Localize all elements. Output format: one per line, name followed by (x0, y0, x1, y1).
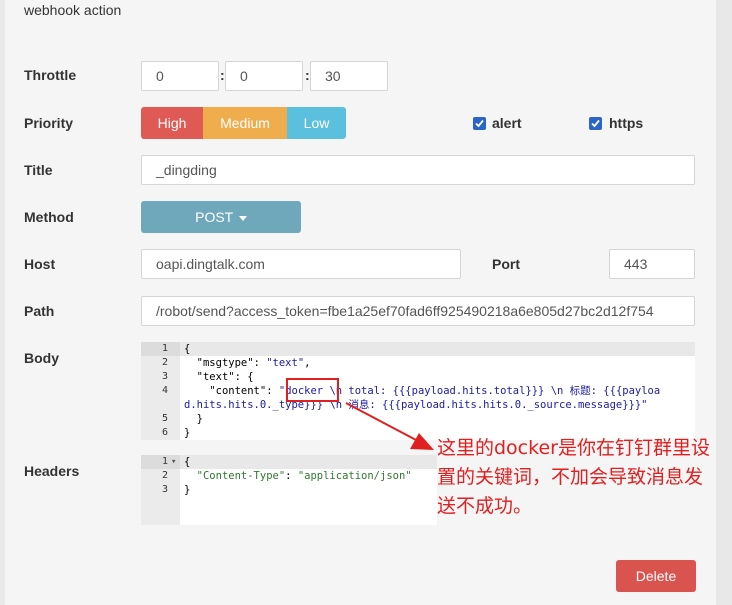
path-label: Path (24, 303, 55, 319)
headers-code-editor[interactable]: 1 ▾ 2 3 { "Content-Type": "application/j… (141, 455, 437, 525)
annotation-arrow-icon (345, 402, 434, 450)
headers-label: Headers (24, 463, 80, 479)
json-key: "text" (196, 371, 235, 383)
method-value: POST (195, 209, 233, 225)
code-line: { (184, 343, 191, 355)
json-separator: : (253, 357, 267, 369)
host-input[interactable]: oapi.dingtalk.com (141, 249, 461, 279)
json-punct: , (304, 357, 311, 369)
throttle-hours-input[interactable]: 0 (141, 61, 219, 91)
code-line: } (184, 427, 191, 439)
code-line: "msgtype": "text", (184, 356, 311, 370)
throttle-separator: : (220, 67, 225, 83)
method-label: Method (24, 209, 74, 225)
alert-label: alert (492, 115, 522, 131)
line-number: 3 (161, 371, 168, 382)
body-label: Body (24, 350, 59, 366)
line-number: 2 (161, 357, 168, 368)
priority-label: Priority (24, 115, 74, 131)
json-separator: : (266, 385, 279, 397)
code-line: { (184, 456, 191, 468)
title-input[interactable]: _dingding (141, 155, 695, 185)
throttle-minutes-input[interactable]: 0 (225, 61, 303, 91)
json-key: "msgtype" (196, 357, 254, 369)
path-input[interactable]: /robot/send?access_token=fbe1a25ef70fad6… (141, 296, 695, 326)
json-punct: : { (234, 371, 254, 383)
active-line-highlight (141, 342, 695, 356)
code-line: } (184, 484, 191, 496)
line-number: 6 (161, 427, 168, 438)
https-checkbox[interactable] (589, 117, 602, 130)
priority-low-button[interactable]: Low (287, 107, 346, 139)
json-value: "application/json" (297, 470, 412, 482)
code-line: } (184, 412, 203, 426)
line-number: 5 (161, 413, 168, 424)
throttle-seconds-input[interactable]: 30 (310, 61, 388, 91)
alert-checkbox[interactable] (473, 117, 486, 130)
method-dropdown[interactable]: POST (141, 201, 301, 233)
priority-medium-button[interactable]: Medium (203, 107, 287, 139)
priority-button-group: High Medium Low (141, 107, 346, 139)
throttle-label: Throttle (24, 67, 77, 83)
https-label: https (609, 115, 644, 131)
code-line: "text": { (184, 370, 254, 384)
checkmark-icon (475, 119, 484, 128)
annotation-text: 这里的docker是你在钉钉群里设置的关键词，不加会导致消息发送不成功。 (437, 437, 710, 517)
caret-down-icon (238, 215, 247, 221)
code-line: "Content-Type": "application/json" (184, 469, 412, 483)
title-label: Title (24, 162, 53, 178)
page-scrollbar[interactable] (716, 0, 732, 605)
port-label: Port (492, 256, 520, 272)
host-label: Host (24, 256, 56, 272)
section-title: webhook action (24, 2, 122, 18)
checkmark-icon (591, 119, 600, 128)
json-key: "content" (209, 385, 267, 397)
delete-button[interactable]: Delete (616, 560, 696, 592)
json-value: "text" (266, 357, 305, 369)
line-number: 1 (161, 456, 168, 467)
line-number: 3 (161, 484, 168, 495)
json-punct: } (196, 413, 203, 425)
json-separator: : (285, 470, 298, 482)
line-number: 4 (161, 385, 168, 396)
json-key: "Content-Type" (196, 470, 286, 482)
throttle-separator: : (305, 67, 310, 83)
port-input[interactable]: 443 (609, 249, 695, 279)
fold-arrow-icon[interactable]: ▾ (171, 455, 176, 469)
priority-high-button[interactable]: High (141, 107, 203, 139)
line-number: 2 (161, 470, 168, 481)
line-number: 1 (161, 343, 168, 354)
